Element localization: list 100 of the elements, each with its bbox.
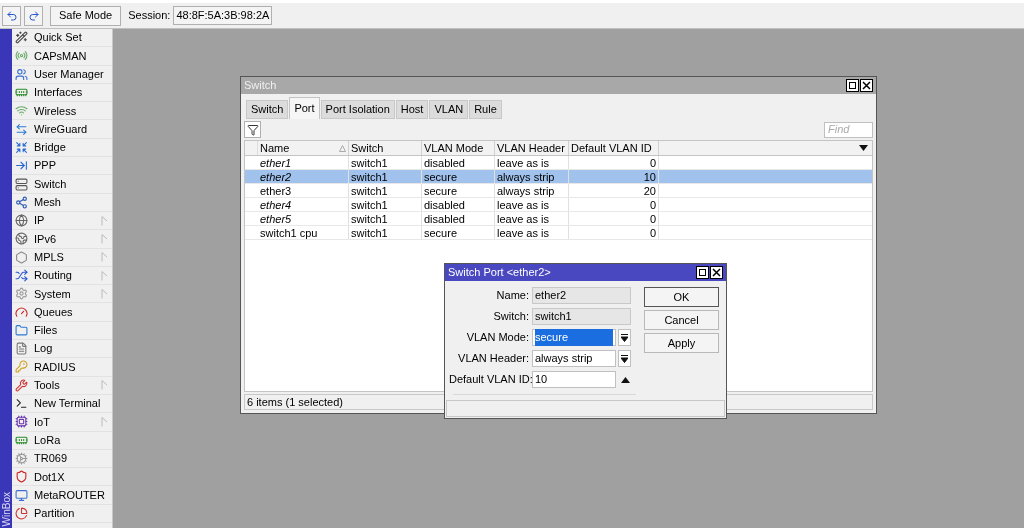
menu-item[interactable]: IP	[12, 211, 112, 231]
close-icon[interactable]	[710, 266, 723, 279]
menu-item[interactable]: TR069	[12, 449, 112, 469]
field-label: VLAN Mode:	[465, 330, 530, 346]
table-cell: 0	[569, 226, 659, 239]
column-header[interactable]: Default VLAN ID	[569, 141, 659, 155]
menu-item[interactable]: Quick Set	[12, 29, 112, 48]
table-row[interactable]: ether5 switch1 disabled leave as is 0	[245, 212, 872, 226]
menu-item[interactable]: System	[12, 285, 112, 304]
pie-chart-icon	[15, 506, 28, 520]
menu-item[interactable]: Wireless	[12, 102, 112, 121]
gear-icon	[15, 451, 28, 465]
menu-item[interactable]: RADIUS	[12, 358, 112, 377]
input-field[interactable]: always strip	[532, 350, 616, 367]
dialog-button[interactable]: OK	[644, 287, 719, 307]
tab[interactable]: Port Isolation	[320, 100, 395, 119]
table-cell: 0	[569, 198, 659, 211]
tab[interactable]: Switch	[246, 100, 289, 119]
key-icon	[15, 360, 28, 374]
column-header[interactable]: Name	[258, 141, 349, 155]
input-field[interactable]: ether2	[532, 287, 631, 304]
tab[interactable]: Host	[395, 100, 429, 119]
column-header[interactable]: Switch	[349, 141, 422, 155]
menu-item[interactable]: IPv6	[12, 230, 112, 249]
undo-button[interactable]	[2, 5, 21, 26]
table-cell: 0	[569, 212, 659, 225]
table-cell: secure	[422, 170, 495, 183]
dialog-button[interactable]: Apply	[644, 333, 719, 353]
table-cell: ether5	[258, 212, 349, 225]
dropdown-button[interactable]	[618, 350, 631, 367]
maximize-icon[interactable]	[846, 79, 859, 92]
table-cell: ether2	[258, 170, 349, 183]
table-cell: leave as is	[495, 212, 569, 225]
nodes-icon	[15, 195, 28, 209]
gauge-icon	[15, 305, 28, 319]
gear-icon	[15, 287, 28, 301]
menu-item[interactable]: IoT	[12, 413, 112, 432]
tab[interactable]: VLAN	[429, 100, 469, 119]
menu-item[interactable]: Queues	[12, 303, 112, 322]
table-cell: secure	[422, 226, 495, 239]
menu-item[interactable]: Dot1X	[12, 468, 112, 487]
table-row[interactable]: ether4 switch1 disabled leave as is 0	[245, 198, 872, 212]
tab[interactable]: Rule	[469, 100, 502, 119]
wand-icon	[15, 31, 28, 45]
menu-item[interactable]: MetaROUTER	[12, 486, 112, 505]
menu-item[interactable]: LoRa	[12, 431, 112, 450]
menu-item[interactable]: Partition	[12, 504, 112, 523]
maximize-icon[interactable]	[696, 266, 709, 279]
table-cell: switch1	[349, 198, 422, 211]
input-field[interactable]: secure	[532, 329, 616, 346]
expand-arrow-icon[interactable]	[621, 376, 630, 383]
input-field[interactable]: switch1	[532, 308, 631, 325]
table-row[interactable]: ether2 switch1 secure always strip 10	[245, 170, 872, 184]
menu-item[interactable]: Tools	[12, 376, 112, 395]
menu-item[interactable]: Switch	[12, 175, 112, 194]
menu-item[interactable]: New Terminal	[12, 394, 112, 414]
hexagon-icon	[15, 250, 28, 264]
menu-item[interactable]: WireGuard	[12, 120, 112, 139]
menu-item[interactable]: Mesh	[12, 193, 112, 212]
table-cell: 10	[569, 170, 659, 183]
menu-item[interactable]: User Manager	[12, 65, 112, 84]
input-field[interactable]: 10	[532, 371, 616, 388]
dropdown-button[interactable]	[618, 329, 631, 346]
dropdown-arrow-icon	[621, 354, 628, 363]
filter-button[interactable]	[244, 121, 261, 138]
table-cell: disabled	[422, 198, 495, 211]
menu-item[interactable]: Files	[12, 321, 112, 341]
table-cell: switch1	[349, 184, 422, 197]
table-cell: always strip	[495, 170, 569, 183]
find-field[interactable]: Find	[824, 121, 873, 138]
safe-mode-button[interactable]: Safe Mode	[50, 5, 122, 26]
session-field: 48:8F:5A:3B:98:2A	[173, 6, 273, 25]
dropdown-arrow-icon[interactable]	[859, 145, 868, 151]
column-header[interactable]: VLAN Header	[495, 141, 569, 155]
arrows-icon	[15, 140, 28, 154]
shuffle-icon	[15, 269, 28, 282]
table-cell: always strip	[495, 184, 569, 197]
menu-item[interactable]: Routing	[12, 266, 112, 286]
dialog-button[interactable]: Cancel	[644, 310, 719, 330]
close-icon[interactable]	[860, 79, 873, 92]
table-cell: switch1	[349, 170, 422, 183]
menu-item[interactable]: Bridge	[12, 138, 112, 158]
menu-item[interactable]: PPP	[12, 157, 112, 176]
table-cell: secure	[422, 184, 495, 197]
menu-item[interactable]: Log	[12, 340, 112, 359]
menu-item[interactable]: Interfaces	[12, 83, 112, 103]
undo-icon	[5, 9, 18, 22]
tab[interactable]: Port	[289, 97, 320, 119]
menu-item[interactable]: CAPsMAN	[12, 47, 112, 66]
table-cell: switch1 cpu	[258, 226, 349, 239]
terminal-icon	[15, 397, 28, 411]
table-cell: leave as is	[495, 226, 569, 239]
table-cell: switch1	[349, 212, 422, 225]
table-row[interactable]: ether3 switch1 secure always strip 20	[245, 184, 872, 198]
column-header[interactable]: VLAN Mode	[422, 141, 495, 155]
table-cell: disabled	[422, 212, 495, 225]
redo-button[interactable]	[24, 5, 43, 26]
table-row[interactable]: switch1 cpu switch1 secure leave as is 0	[245, 226, 872, 240]
menu-item[interactable]: MPLS	[12, 248, 112, 267]
table-cell: 0	[569, 156, 659, 169]
